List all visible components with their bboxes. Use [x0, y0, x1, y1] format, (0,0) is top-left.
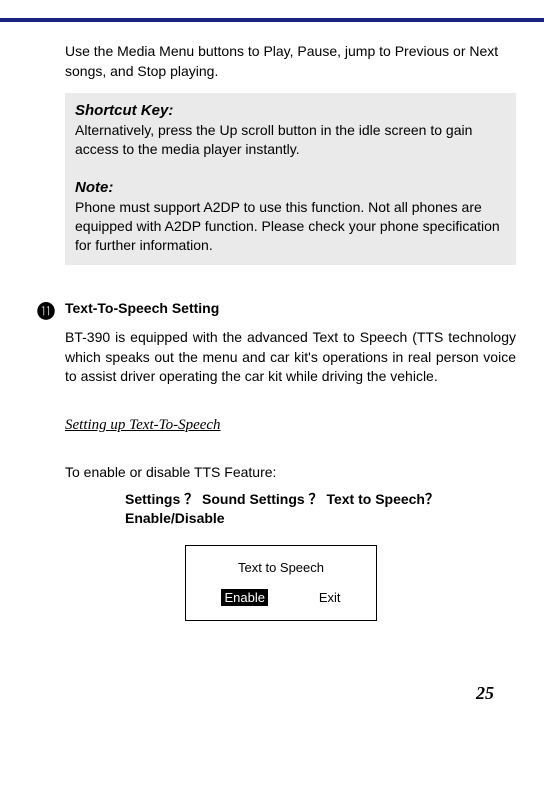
screen-title: Text to Speech [196, 560, 366, 575]
bullet-icon: ⓫ [37, 298, 55, 324]
info-box: Shortcut Key: Alternatively, press the U… [65, 93, 516, 265]
sub-heading: Setting up Text-To-Speech [65, 417, 516, 434]
page-number: 25 [0, 683, 544, 704]
tts-description: BT-390 is equipped with the advanced Tex… [65, 328, 516, 387]
shortcut-body: Alternatively, press the Up scroll butto… [75, 121, 506, 159]
enable-instruction: To enable or disable TTS Feature: [65, 464, 516, 480]
exit-button[interactable]: Exit [319, 590, 341, 605]
note-body: Phone must support A2DP to use this func… [75, 198, 506, 255]
enable-button[interactable]: Enable [221, 589, 267, 606]
section-heading: ⓫ Text-To-Speech Setting [65, 300, 516, 316]
note-heading: Note: [75, 178, 506, 198]
device-screen: Text to Speech Enable Exit [185, 545, 377, 621]
shortcut-heading: Shortcut Key: [75, 101, 506, 121]
screen-buttons-row: Enable Exit [196, 589, 366, 606]
page-content: Use the Media Menu buttons to Play, Paus… [0, 22, 544, 631]
intro-text: Use the Media Menu buttons to Play, Paus… [65, 42, 516, 81]
menu-path: Settings ？ Sound Settings ？ Text to Spee… [125, 490, 486, 529]
section-title-text: Text-To-Speech Setting [65, 300, 219, 316]
